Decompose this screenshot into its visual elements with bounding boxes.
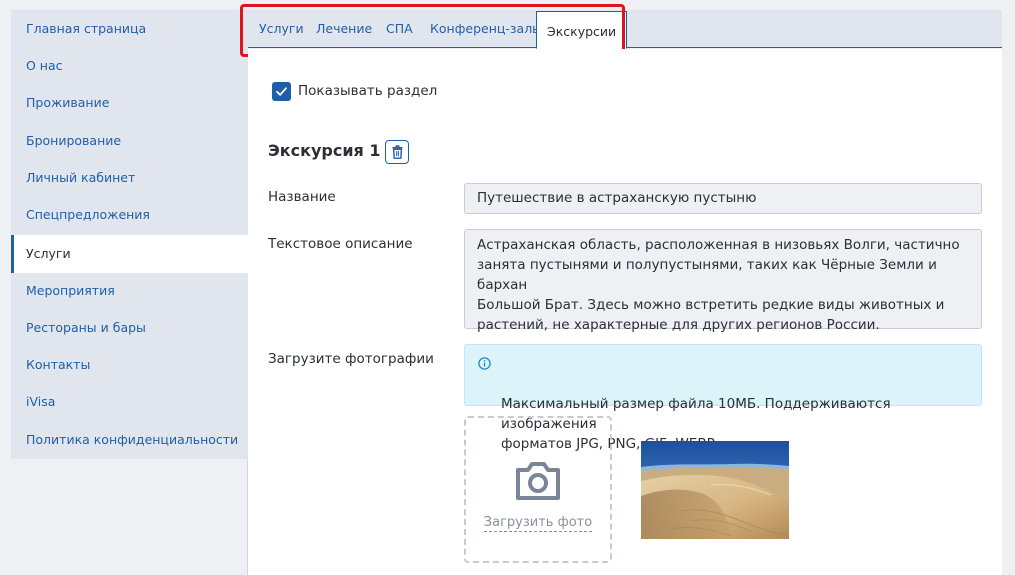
upload-photo-link[interactable]: Загрузить фото [466,515,610,532]
tab-bar: Услуги Лечение СПА Конференц-залы Экскур… [248,10,1002,49]
trash-icon [392,145,403,159]
name-input[interactable]: Путешествие в астраханскую пустыню [464,183,982,214]
info-icon [478,357,491,370]
description-textarea[interactable]: Астраханская область, расположенная в ни… [464,229,982,333]
sidebar-item-events[interactable]: Мероприятия [11,272,248,309]
show-section-checkbox[interactable] [272,82,291,101]
camera-icon [516,462,560,500]
sidebar-item-privacy[interactable]: Политика конфиденциальности [11,421,248,458]
sidebar-item-offers[interactable]: Спецпредложения [11,196,248,233]
photo-upload-dropzone[interactable]: Загрузить фото [464,416,612,563]
tab-services[interactable]: Услуги [259,10,304,48]
sidebar-item-about[interactable]: О нас [11,47,248,84]
file-info-notice: Максимальный размер файла 10МБ. Поддержи… [464,344,982,452]
sidebar-item-booking[interactable]: Бронирование [11,122,248,159]
sidebar-item-ivisa[interactable]: iVisa [11,383,248,420]
show-section-label: Показывать раздел [298,83,438,99]
excursion-title: Экскурсия 1 [268,141,381,160]
sidebar-item-services[interactable]: Услуги [11,235,248,273]
uploaded-photo-thumbnail[interactable] [641,441,789,539]
tab-treatment[interactable]: Лечение [316,10,372,48]
tab-conference-halls[interactable]: Конференц-залы [430,10,542,48]
sidebar-item-accommodation[interactable]: Проживание [11,84,248,121]
delete-excursion-button[interactable] [385,140,409,164]
description-label: Текстовое описание [268,236,413,252]
sidebar-item-account[interactable]: Личный кабинет [11,159,248,196]
sidebar-item-contacts[interactable]: Контакты [11,346,248,383]
main-content: Показывать раздел Экскурсия 1 Название П… [248,49,1002,575]
sidebar-item-restaurants[interactable]: Рестораны и бары [11,309,248,346]
name-label: Название [268,189,336,205]
tab-spa[interactable]: СПА [386,10,413,48]
sidebar-nav: Главная страница О нас Проживание Бронир… [11,10,248,459]
sidebar-item-home[interactable]: Главная страница [11,10,248,47]
tab-excursions[interactable]: Экскурсии [536,11,628,49]
check-icon [276,87,287,96]
photos-label: Загрузите фотографии [268,351,434,367]
